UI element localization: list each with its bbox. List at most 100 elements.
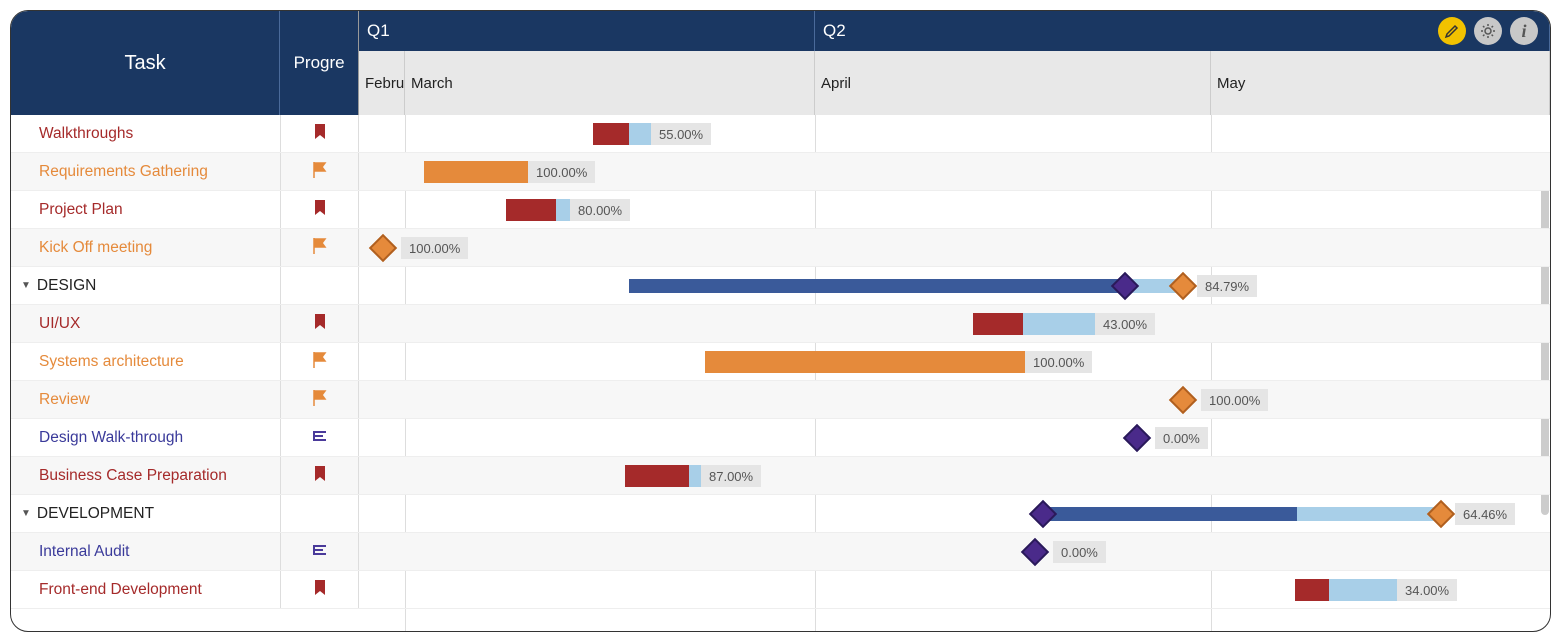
task-name[interactable]: Business Case Preparation (11, 457, 281, 494)
task-bar[interactable] (424, 161, 528, 183)
indicator-icon (312, 161, 328, 182)
task-name[interactable]: UI/UX (11, 305, 281, 342)
milestone-diamond-icon[interactable] (369, 234, 397, 262)
task-label: DESIGN (37, 277, 96, 295)
task-row[interactable]: ▼DEVELOPMENT (11, 495, 359, 533)
gantt-row: 80.00% (359, 191, 1550, 229)
bar-done (593, 123, 629, 145)
task-name[interactable]: Design Walk-through (11, 419, 281, 456)
progress-label: 0.00% (1155, 427, 1208, 449)
task-name[interactable]: Review (11, 381, 281, 418)
gantt-row: 100.00% (359, 343, 1550, 381)
progress-label: 87.00% (701, 465, 761, 487)
bar-done (705, 351, 1025, 373)
header-right: Q1 Q2 i Febru March April (359, 11, 1550, 115)
indicator-cell (281, 115, 359, 152)
task-row[interactable]: Project Plan (11, 191, 359, 229)
progress-label: 84.79% (1197, 275, 1257, 297)
gear-icon (1480, 23, 1496, 39)
task-row[interactable]: Walkthroughs (11, 115, 359, 153)
task-row[interactable]: Front-end Development (11, 571, 359, 609)
header-left: Task Progre (11, 11, 359, 115)
task-name[interactable]: Kick Off meeting (11, 229, 281, 266)
indicator-cell (281, 457, 359, 494)
gantt-row: 64.46% (359, 495, 1550, 533)
task-bar[interactable] (625, 465, 701, 487)
indicator-cell (281, 419, 359, 456)
gantt-row: 43.00% (359, 305, 1550, 343)
gantt-timeline[interactable]: 55.00%100.00%80.00%100.00%84.79%43.00%10… (359, 115, 1550, 631)
parent-bar[interactable] (1045, 507, 1441, 521)
gantt-row: 84.79% (359, 267, 1550, 305)
bar-done (973, 313, 1023, 335)
column-header-progress[interactable]: Progre (280, 11, 358, 115)
task-name[interactable]: ▼ DESIGN (11, 267, 281, 304)
info-button[interactable]: i (1510, 17, 1538, 45)
indicator-cell (281, 229, 359, 266)
task-name[interactable]: Internal Audit (11, 533, 281, 570)
milestone-diamond-icon[interactable] (1169, 386, 1197, 414)
bar-remaining (1329, 579, 1397, 601)
progress-label: 34.00% (1397, 579, 1457, 601)
gantt-row: 0.00% (359, 419, 1550, 457)
parent-bar[interactable] (629, 279, 1183, 293)
quarter-row: Q1 Q2 i (359, 11, 1550, 51)
task-label: Front-end Development (39, 581, 202, 599)
indicator-icon (312, 429, 327, 447)
indicator-cell (281, 495, 359, 532)
month-row: Febru March April May (359, 51, 1550, 115)
indicator-icon (313, 579, 327, 600)
task-row[interactable]: Review (11, 381, 359, 419)
bar-remaining (1297, 507, 1441, 521)
task-row[interactable]: Internal Audit (11, 533, 359, 571)
collapse-caret-icon[interactable]: ▼ (21, 508, 31, 519)
milestone-diamond-icon[interactable] (1021, 538, 1049, 566)
indicator-icon (313, 199, 327, 220)
indicator-cell (281, 343, 359, 380)
task-bar[interactable] (593, 123, 651, 145)
task-bar[interactable] (506, 199, 570, 221)
task-name[interactable]: Front-end Development (11, 571, 281, 608)
task-bar[interactable] (1295, 579, 1397, 601)
task-bar[interactable] (705, 351, 1025, 373)
settings-button[interactable] (1474, 17, 1502, 45)
task-name[interactable]: ▼DEVELOPMENT (11, 495, 281, 532)
gantt-row: 87.00% (359, 457, 1550, 495)
gantt-header: Task Progre Q1 Q2 i (11, 11, 1550, 115)
bar-done (1045, 507, 1297, 521)
gantt-chart: Task Progre Q1 Q2 i (10, 10, 1551, 632)
task-name[interactable]: Systems architecture (11, 343, 281, 380)
bar-done (629, 279, 1123, 293)
task-row[interactable]: Business Case Preparation (11, 457, 359, 495)
task-row[interactable]: Kick Off meeting (11, 229, 359, 267)
edit-button[interactable] (1438, 17, 1466, 45)
indicator-cell (281, 381, 359, 418)
bar-done (506, 199, 556, 221)
task-name[interactable]: Walkthroughs (11, 115, 281, 152)
progress-label: 0.00% (1053, 541, 1106, 563)
task-label: Design Walk-through (39, 429, 183, 447)
bar-done (1295, 579, 1329, 601)
column-header-task[interactable]: Task (11, 11, 280, 115)
task-row[interactable]: Requirements Gathering (11, 153, 359, 191)
milestone-diamond-icon[interactable] (1123, 424, 1151, 452)
task-label: Requirements Gathering (39, 163, 208, 181)
indicator-icon (313, 313, 327, 334)
bar-remaining (689, 465, 701, 487)
month-feb: Febru (359, 51, 405, 115)
progress-label: 43.00% (1095, 313, 1155, 335)
task-row[interactable]: ▼ DESIGN (11, 267, 359, 305)
task-bar[interactable] (973, 313, 1095, 335)
bar-remaining (556, 199, 570, 221)
task-row[interactable]: Design Walk-through (11, 419, 359, 457)
task-name[interactable]: Project Plan (11, 191, 281, 228)
info-icon: i (1521, 21, 1526, 42)
task-row[interactable]: Systems architecture (11, 343, 359, 381)
bar-remaining (629, 123, 651, 145)
task-name[interactable]: Requirements Gathering (11, 153, 281, 190)
task-row[interactable]: UI/UX (11, 305, 359, 343)
progress-label: 100.00% (1201, 389, 1268, 411)
toolbar: i (1438, 17, 1538, 45)
collapse-caret-icon[interactable]: ▼ (21, 280, 31, 291)
bar-remaining (1023, 313, 1095, 335)
